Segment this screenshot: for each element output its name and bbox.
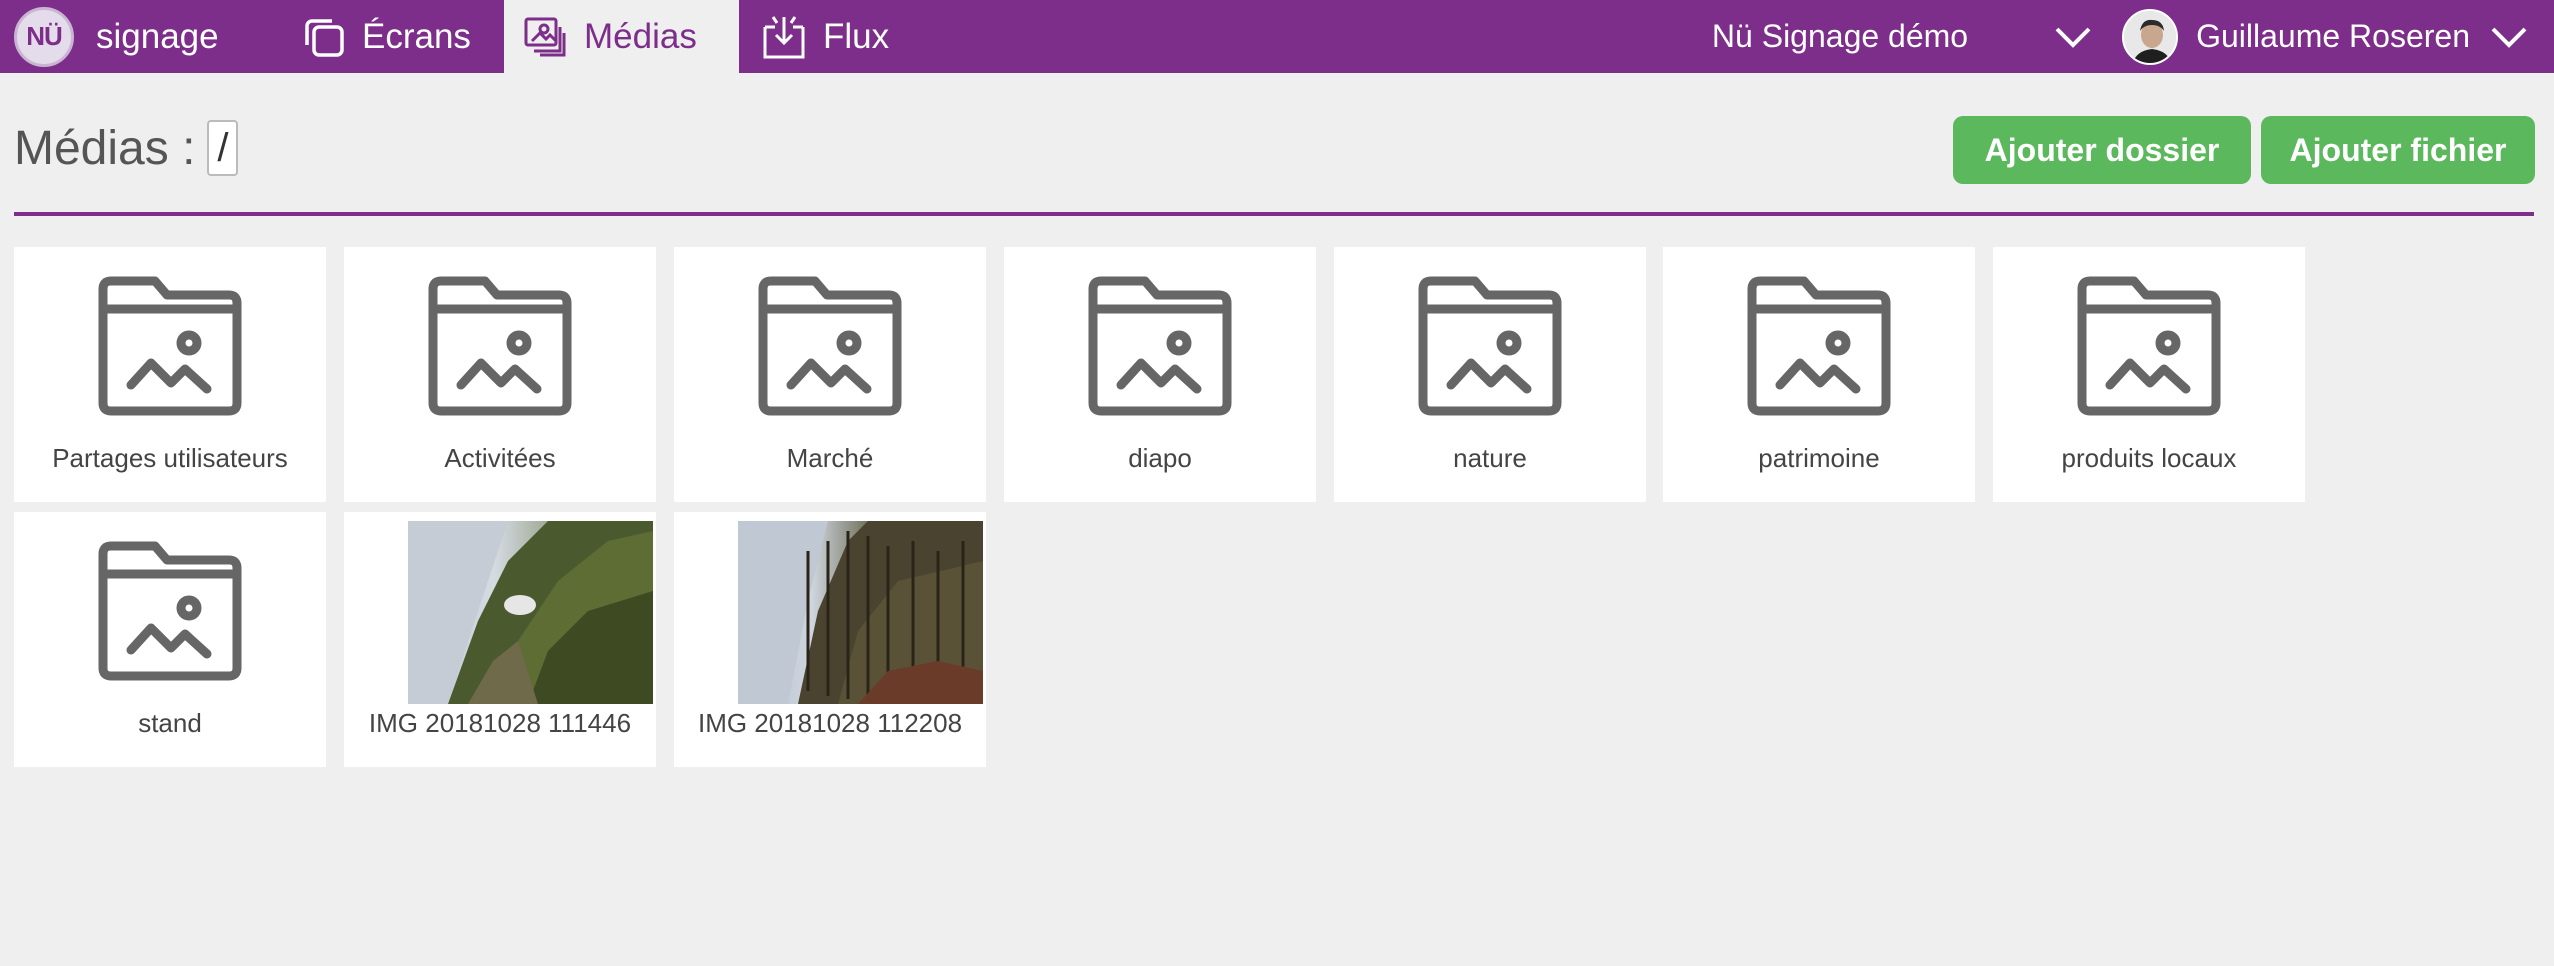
nav-left: NÜ signage Écrans Médias Flux bbox=[0, 0, 909, 73]
brand-logo: NÜ bbox=[14, 6, 74, 67]
brand-name: signage bbox=[96, 16, 219, 56]
image-folder-icon bbox=[98, 541, 242, 681]
tab-medias[interactable]: Médias bbox=[504, 0, 739, 73]
nav-right: Nü Signage démo Guillaume Roseren bbox=[1712, 0, 2554, 73]
add-file-button[interactable]: Ajouter fichier bbox=[2261, 116, 2535, 184]
image-folder-icon bbox=[1418, 276, 1562, 416]
image-folder-icon bbox=[758, 276, 902, 416]
tab-label: Flux bbox=[823, 16, 890, 56]
folder-card[interactable]: stand bbox=[14, 512, 326, 767]
screens-icon bbox=[305, 18, 344, 57]
avatar bbox=[2122, 8, 2179, 65]
folder-card[interactable]: Activitées bbox=[344, 247, 656, 502]
chevron-down-icon bbox=[2491, 27, 2527, 48]
tab-flux[interactable]: Flux bbox=[739, 0, 909, 73]
top-navbar: NÜ signage Écrans Médias Flux Nü Signage… bbox=[0, 0, 2554, 73]
folder-card[interactable]: patrimoine bbox=[1663, 247, 1975, 502]
folder-card[interactable]: diapo bbox=[1004, 247, 1316, 502]
item-label: Partages utilisateurs bbox=[52, 443, 288, 473]
folder-card[interactable]: produits locaux bbox=[1993, 247, 2305, 502]
folder-card[interactable]: Marché bbox=[674, 247, 986, 502]
item-label: IMG 20181028 112208 bbox=[697, 708, 963, 738]
tab-ecrans[interactable]: Écrans bbox=[282, 0, 504, 73]
image-thumbnail bbox=[408, 521, 653, 704]
image-folder-icon bbox=[428, 276, 572, 416]
media-icon bbox=[524, 17, 566, 56]
path-breadcrumb[interactable]: / bbox=[207, 120, 239, 176]
tab-label: Écrans bbox=[362, 16, 471, 56]
image-folder-icon bbox=[2077, 276, 2221, 416]
item-label: produits locaux bbox=[2061, 443, 2237, 473]
add-folder-button[interactable]: Ajouter dossier bbox=[1953, 116, 2251, 184]
page-header: Médias : / Ajouter dossier Ajouter fichi… bbox=[14, 110, 2535, 216]
flux-icon bbox=[763, 15, 805, 58]
tab-label: Médias bbox=[584, 16, 697, 56]
item-label: nature bbox=[1453, 443, 1527, 473]
user-menu[interactable]: Guillaume Roseren bbox=[2122, 8, 2528, 65]
item-label: IMG 20181028 111446 bbox=[368, 708, 632, 738]
item-label: diapo bbox=[1128, 443, 1192, 473]
image-folder-icon bbox=[1747, 276, 1891, 416]
folder-card[interactable]: nature bbox=[1334, 247, 1646, 502]
image-folder-icon bbox=[1088, 276, 1232, 416]
chevron-down-icon bbox=[2055, 27, 2091, 48]
item-label: Activitées bbox=[444, 443, 556, 473]
organization-select[interactable]: Nü Signage démo bbox=[1712, 18, 2092, 55]
image-card[interactable]: IMG 20181028 111446 bbox=[344, 512, 656, 767]
page-title-text: Médias : bbox=[14, 121, 196, 175]
organization-name: Nü Signage démo bbox=[1711, 18, 1969, 54]
item-label: Marché bbox=[786, 443, 874, 473]
item-label: stand bbox=[138, 708, 202, 738]
image-card[interactable]: IMG 20181028 112208 bbox=[674, 512, 986, 767]
folder-card[interactable]: Partages utilisateurs bbox=[14, 247, 326, 502]
brand-link[interactable]: NÜ signage bbox=[0, 0, 282, 73]
user-name: Guillaume Roseren bbox=[2196, 18, 2470, 54]
page-title: Médias : / bbox=[14, 120, 239, 176]
item-label: patrimoine bbox=[1758, 443, 1880, 473]
image-thumbnail bbox=[738, 521, 983, 704]
image-folder-icon bbox=[98, 276, 242, 416]
